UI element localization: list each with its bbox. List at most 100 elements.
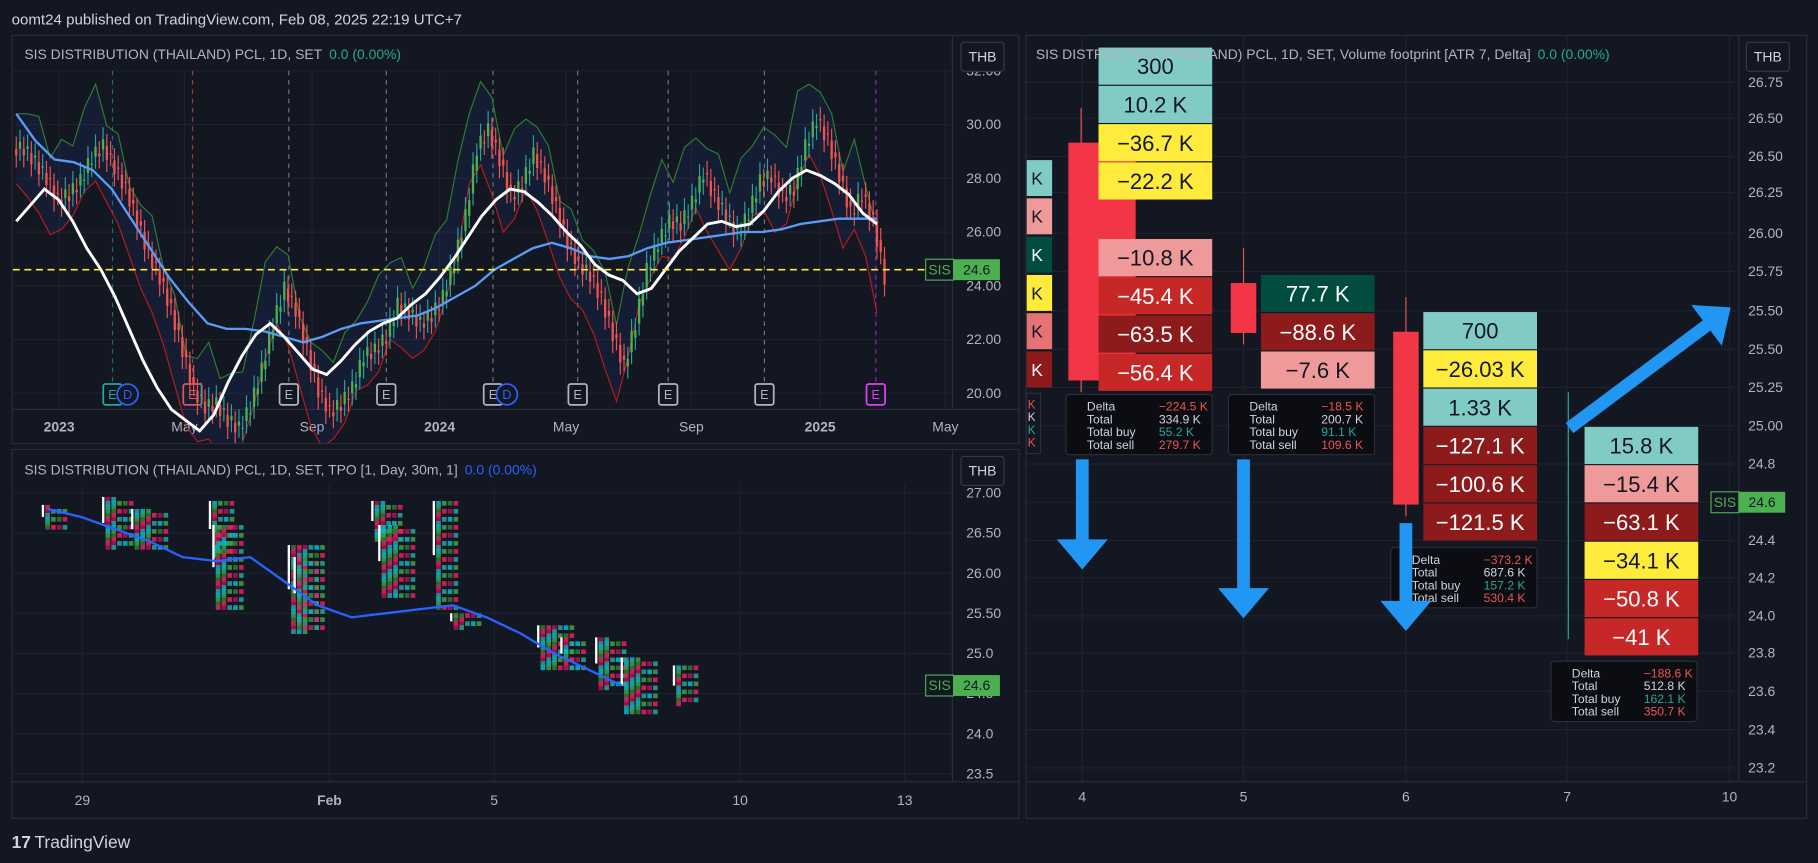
candle-body <box>675 216 679 223</box>
tpo-block <box>436 569 441 574</box>
tpo-block <box>381 573 387 578</box>
y-tick-label: 23.8 <box>1748 645 1775 661</box>
tpo-block <box>635 701 641 707</box>
tpo-block <box>320 545 325 550</box>
candle-body <box>211 405 214 412</box>
tpo-chart-pane[interactable]: 27.0026.5026.0025.5025.024.524.023.529Fe… <box>11 448 1020 819</box>
tpo-block <box>604 685 609 691</box>
tpo-block <box>221 549 227 554</box>
tpo-block <box>676 669 681 675</box>
tpo-open-marker <box>378 525 381 562</box>
y-tick-label: 25.00 <box>1748 417 1783 433</box>
tpo-block <box>404 529 410 534</box>
tpo-block <box>302 621 308 626</box>
tpo-block <box>604 637 609 643</box>
candle-body <box>838 163 841 183</box>
tpo-block <box>615 641 621 647</box>
candle-body <box>109 153 112 155</box>
tpo-block <box>453 621 459 626</box>
tpo-block <box>682 697 687 703</box>
candle-body <box>369 353 373 359</box>
tpo-block <box>563 633 569 638</box>
tpo-block <box>441 500 447 506</box>
candle-body <box>596 283 599 298</box>
tpo-block <box>624 673 629 679</box>
tpo-block <box>233 565 238 570</box>
candle-body <box>268 331 271 354</box>
tpo-block <box>546 665 551 671</box>
tpo-block <box>151 545 157 550</box>
candle-body <box>385 341 388 344</box>
tpo-block <box>221 585 227 590</box>
candle-body <box>392 322 395 327</box>
tpo-block <box>436 529 441 534</box>
tpo-block <box>399 553 404 558</box>
tpo-block <box>387 525 393 530</box>
x-tick-label: 4 <box>1078 789 1086 805</box>
tpo-block <box>302 585 308 590</box>
tpo-block <box>221 553 227 558</box>
tpo-block <box>374 520 380 526</box>
candle-body <box>275 305 278 324</box>
tpo-block <box>380 508 386 514</box>
candle-body <box>75 189 78 193</box>
tpo-block <box>399 577 404 582</box>
tpo-block <box>221 561 227 566</box>
candle-body <box>298 310 301 317</box>
tpo-block <box>453 565 459 570</box>
candle-body <box>332 412 335 417</box>
candle-body <box>419 316 422 320</box>
candle-body <box>479 135 482 149</box>
tpo-block <box>302 549 308 554</box>
tpo-block <box>540 649 546 655</box>
tpo-block <box>552 629 557 634</box>
tpo-open-marker <box>620 657 623 686</box>
candle-body <box>622 355 626 360</box>
daily-currency-button[interactable]: THB <box>960 41 1005 72</box>
tpo-block <box>453 589 459 594</box>
tpo-block <box>117 541 122 546</box>
daily-chart: 32.0030.0028.0026.0024.0022.0020.002023M… <box>12 35 1019 444</box>
tpo-block <box>291 545 296 550</box>
candle-body <box>762 180 765 186</box>
candle-body <box>577 257 580 259</box>
candle-body <box>751 195 754 214</box>
y-tick-label: 26.00 <box>1748 225 1783 241</box>
tpo-block <box>393 549 398 554</box>
candle-body <box>528 170 531 174</box>
tpo-currency-button[interactable]: THB <box>960 455 1005 487</box>
tpo-block <box>604 657 609 663</box>
tradingview-logo[interactable]: 17 TradingView <box>12 833 131 853</box>
candle-body <box>634 330 637 338</box>
tpo-block <box>221 569 227 574</box>
tpo-block <box>233 573 238 578</box>
footprint-currency-button[interactable]: THB <box>1745 41 1790 72</box>
footprint-cell-text: K <box>1031 360 1043 380</box>
tpo-block <box>238 581 244 586</box>
footprint-cell-text: K <box>1031 168 1043 188</box>
x-tick-label: 7 <box>1563 789 1571 805</box>
tpo-block <box>302 565 308 570</box>
tpo-block <box>320 569 325 574</box>
tpo-block <box>134 529 140 534</box>
candle-body <box>49 178 52 180</box>
y-tick-label: 25.50 <box>1748 303 1783 319</box>
tpo-block <box>386 520 391 526</box>
tpo-block <box>320 625 325 630</box>
tpo-block <box>459 621 464 626</box>
daily-chart-pane[interactable]: 32.0030.0028.0026.0024.0022.0020.002023M… <box>11 34 1020 445</box>
tpo-block <box>687 673 693 679</box>
header-text: oomt24 published on TradingView.com, Feb… <box>11 10 462 28</box>
candle-body <box>611 322 614 341</box>
tpo-block <box>302 617 308 622</box>
footprint-chart-pane[interactable]: 26.75 26.50 26.50 26.25 26.00 25.75 25.50 25.50… <box>1025 34 1808 819</box>
tpo-block <box>140 516 145 522</box>
tpo-block <box>459 613 464 618</box>
tpo-block <box>615 673 621 679</box>
tpo-block <box>387 585 393 590</box>
tpo-block <box>624 665 629 671</box>
tpo-block <box>134 512 140 518</box>
candle-body <box>536 154 539 168</box>
tpo-block <box>215 585 221 590</box>
tpo-block <box>387 577 393 582</box>
